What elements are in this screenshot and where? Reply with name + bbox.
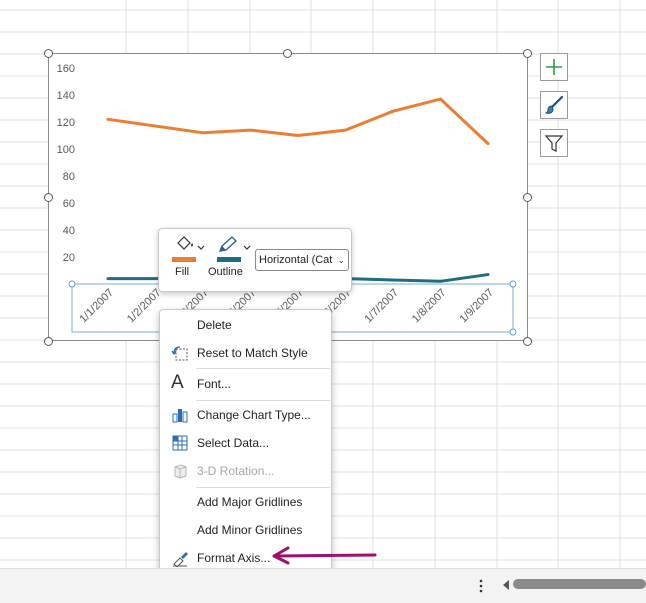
y-axis-tick-label: 160 <box>57 63 75 75</box>
menu-item-label: Change Chart Type... <box>197 408 311 422</box>
resize-handle-top-left[interactable] <box>44 49 53 58</box>
y-axis-tick-label: 40 <box>63 225 75 237</box>
menu-item-change-chart-type[interactable]: Change Chart Type... <box>160 403 331 427</box>
format-axis-icon <box>173 552 188 567</box>
chart-filters-button[interactable] <box>540 129 568 157</box>
outline-button[interactable] <box>213 233 253 289</box>
x-axis-tick-label: 1/2/2007 <box>125 287 164 326</box>
menu-item-label: Add Major Gridlines <box>197 495 303 509</box>
context-menu: Delete Reset to Match Style A Font... Ch… <box>159 309 332 573</box>
y-axis-tick-label: 140 <box>57 90 75 102</box>
axis-selection-handle-left[interactable] <box>68 280 76 288</box>
axis-selection-handle-bottom-right[interactable] <box>509 328 517 336</box>
line-chart: 16014012010080604020 1/1/2007 1/2/2007 1/3… <box>57 63 517 336</box>
chart-styles-button[interactable] <box>540 91 568 119</box>
outline-label: Outline <box>208 266 243 278</box>
mini-format-toolbar: Fill Outline Horizontal (Cat ⌄ <box>158 228 352 292</box>
menu-item-label: Format Axis... <box>197 551 271 565</box>
plus-icon <box>546 59 562 75</box>
resize-handle-top[interactable] <box>283 49 292 58</box>
fill-button[interactable] <box>169 233 205 289</box>
menu-item-add-minor-gridlines[interactable]: Add Minor Gridlines <box>160 518 331 542</box>
horizontal-scrollbar-thumb[interactable] <box>513 579 646 589</box>
chevron-down-icon: ⌄ <box>337 255 345 265</box>
fill-color-swatch <box>172 257 196 262</box>
menu-item-label: Select Data... <box>197 436 270 450</box>
menu-item-label: Reset to Match Style <box>197 346 308 360</box>
chart-elements-button[interactable] <box>540 53 568 81</box>
menu-item-label: Delete <box>197 318 232 332</box>
resize-handle-bottom-left[interactable] <box>44 337 53 346</box>
funnel-icon <box>544 135 564 152</box>
fill-label: Fill <box>175 266 190 278</box>
menu-separator <box>196 400 330 401</box>
paintbrush-icon <box>544 95 564 114</box>
scroll-left-icon[interactable] <box>501 579 511 591</box>
dropdown-chevron-icon <box>243 245 251 250</box>
series-line-1[interactable] <box>106 97 490 146</box>
y-axis-tick-label: 20 <box>63 252 75 264</box>
menu-item-format-axis[interactable]: Format Axis... <box>160 546 331 570</box>
menu-separator <box>196 487 330 488</box>
y-axis-tick-label: 80 <box>63 171 75 183</box>
menu-item-label: 3-D Rotation... <box>197 464 275 478</box>
resize-handle-right[interactable] <box>523 193 532 202</box>
x-axis-tick-label: 1/7/2007 <box>362 287 401 326</box>
pen-icon <box>218 236 237 252</box>
x-axis-tick-label: 1/8/2007 <box>410 287 449 326</box>
chart-element-select-value: Horizontal (Cat <box>259 254 333 266</box>
resize-handle-left[interactable] <box>44 193 53 202</box>
menu-item-delete[interactable]: Delete <box>160 313 331 337</box>
y-axis-tick-label: 100 <box>57 144 75 156</box>
select-data-icon <box>172 435 188 451</box>
menu-item-add-major-gridlines[interactable]: Add Major Gridlines <box>160 490 331 514</box>
x-axis-tick-label: 1/1/2007 <box>77 287 116 326</box>
menu-item-font[interactable]: A Font... <box>160 372 331 396</box>
menu-item-3d-rotation: 3-D Rotation... <box>160 459 331 483</box>
menu-item-label: Font... <box>197 377 232 391</box>
outline-color-swatch <box>217 257 241 262</box>
more-vertical-icon[interactable] <box>476 578 486 594</box>
reset-style-icon <box>171 346 188 361</box>
menu-item-label: Add Minor Gridlines <box>197 523 303 537</box>
chart-area[interactable]: 160 140 120 100 80 60 40 20 1/1/2007 1/2/2007 1/3… <box>48 53 528 341</box>
y-axis-tick-label: 60 <box>63 198 75 210</box>
y-axis-tick-label: 120 <box>57 117 75 129</box>
paint-bucket-icon <box>177 236 193 250</box>
menu-item-select-data[interactable]: Select Data... <box>160 431 331 455</box>
menu-separator <box>196 368 330 369</box>
chart-element-select[interactable]: Horizontal (Cat ⌄ <box>255 249 349 271</box>
resize-handle-top-right[interactable] <box>523 49 532 58</box>
font-icon: A <box>171 372 184 393</box>
dropdown-chevron-icon <box>197 245 205 250</box>
rotation-3d-icon <box>174 464 187 479</box>
axis-selection-handle-right[interactable] <box>509 280 517 288</box>
status-bar <box>0 568 646 603</box>
menu-item-reset-to-match-style[interactable]: Reset to Match Style <box>160 341 331 365</box>
chart-type-icon <box>172 409 188 423</box>
resize-handle-bottom-right[interactable] <box>523 337 532 346</box>
x-axis-tick-label: 1/9/2007 <box>457 287 496 326</box>
